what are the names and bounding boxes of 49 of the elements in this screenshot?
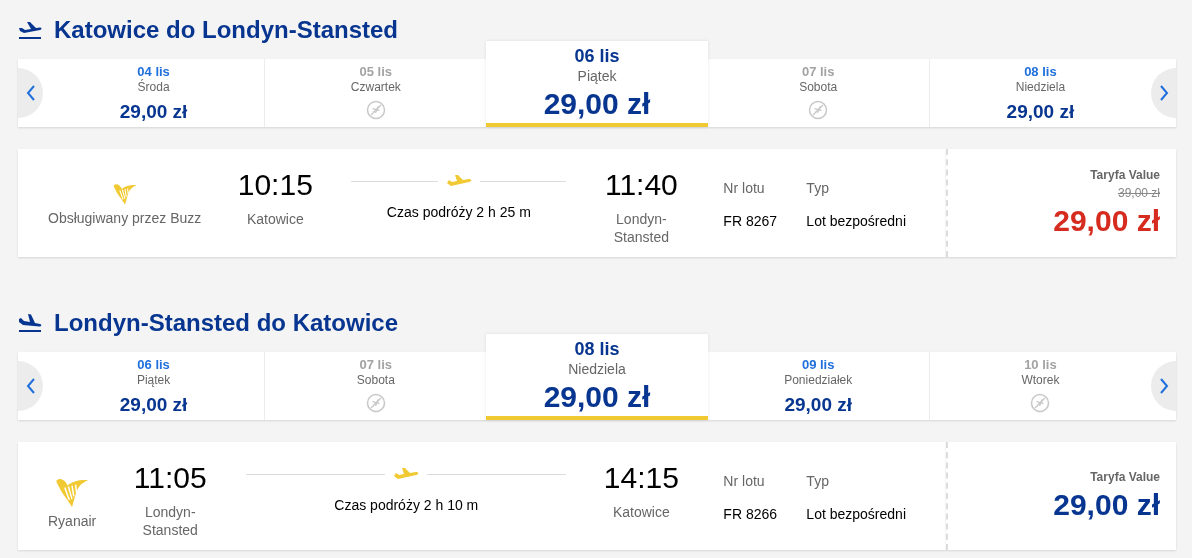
- field-label: Nr lotu: [723, 472, 766, 491]
- original-price: 39,00 zł: [1117, 185, 1160, 203]
- chevron-right-icon: [1158, 85, 1169, 101]
- no-flight-icon: [365, 100, 386, 121]
- plane-icon: [393, 467, 420, 481]
- date-tab[interactable]: 07 lis Sobota: [707, 59, 930, 127]
- field-label: Typ: [806, 472, 830, 491]
- field-label: Typ: [806, 179, 830, 198]
- flight-type: Lot bezpośredni: [806, 212, 906, 231]
- travel-duration: Czas podróży 2 h 10 m: [334, 496, 479, 515]
- airline-name: Ryanair: [48, 512, 97, 531]
- chevron-left-icon: [25, 378, 36, 394]
- departure-time: 11:05: [133, 460, 207, 496]
- date-tab[interactable]: 10 lis Wtorek: [929, 352, 1151, 420]
- date-tab[interactable]: 08 lis Niedziela 29,00 zł: [929, 59, 1151, 127]
- departure-city: Londyn-Stansted: [141, 502, 199, 539]
- takeoff-icon: [18, 20, 42, 40]
- flight-number: FR 8267: [723, 212, 779, 231]
- landing-icon: [18, 313, 42, 333]
- date-tab[interactable]: 09 lis Poniedziałek 29,00 zł: [707, 352, 930, 420]
- date-tab[interactable]: 08 lis Niedziela 29,00 zł: [486, 334, 708, 420]
- arrival-city: Katowice: [611, 502, 671, 521]
- departure-city: Katowice: [245, 209, 305, 228]
- date-tab[interactable]: 07 lis Sobota: [265, 352, 487, 420]
- flight-type: Lot bezpośredni: [806, 505, 906, 524]
- arrival-time: 11:40: [604, 167, 678, 203]
- date-tab[interactable]: 05 lis Czwartek: [265, 59, 487, 127]
- no-flight-icon: [365, 393, 386, 414]
- chevron-right-icon: [1158, 378, 1169, 394]
- section-title: Katowice do Londyn-Stansted: [54, 15, 398, 45]
- travel-duration: Czas podróży 2 h 25 m: [386, 203, 531, 222]
- fare-name: Taryfa Value: [1090, 469, 1160, 487]
- field-label: Nr lotu: [723, 179, 766, 198]
- date-tab[interactable]: 06 lis Piątek 29,00 zł: [486, 41, 708, 127]
- section-title: Londyn-Stansted do Katowice: [54, 308, 398, 338]
- no-flight-icon: [808, 100, 829, 121]
- date-tab[interactable]: 04 lis Środa 29,00 zł: [43, 59, 266, 127]
- flight-number: FR 8266: [723, 505, 779, 524]
- date-tab[interactable]: 06 lis Piątek 29,00 zł: [43, 352, 266, 420]
- plane-icon: [445, 174, 472, 188]
- flight-price: 29,00 zł: [1053, 487, 1160, 524]
- chevron-left-icon: [25, 85, 36, 101]
- flight-price: 29,00 zł: [1053, 203, 1160, 240]
- fare-name: Taryfa Value: [1090, 167, 1160, 185]
- no-flight-icon: [1030, 393, 1051, 414]
- airline-name: Obsługiwany przez Buzz: [48, 209, 202, 228]
- arrival-time: 14:15: [603, 460, 679, 496]
- departure-time: 10:15: [237, 167, 313, 203]
- arrival-city: Londyn-Stansted: [612, 209, 670, 246]
